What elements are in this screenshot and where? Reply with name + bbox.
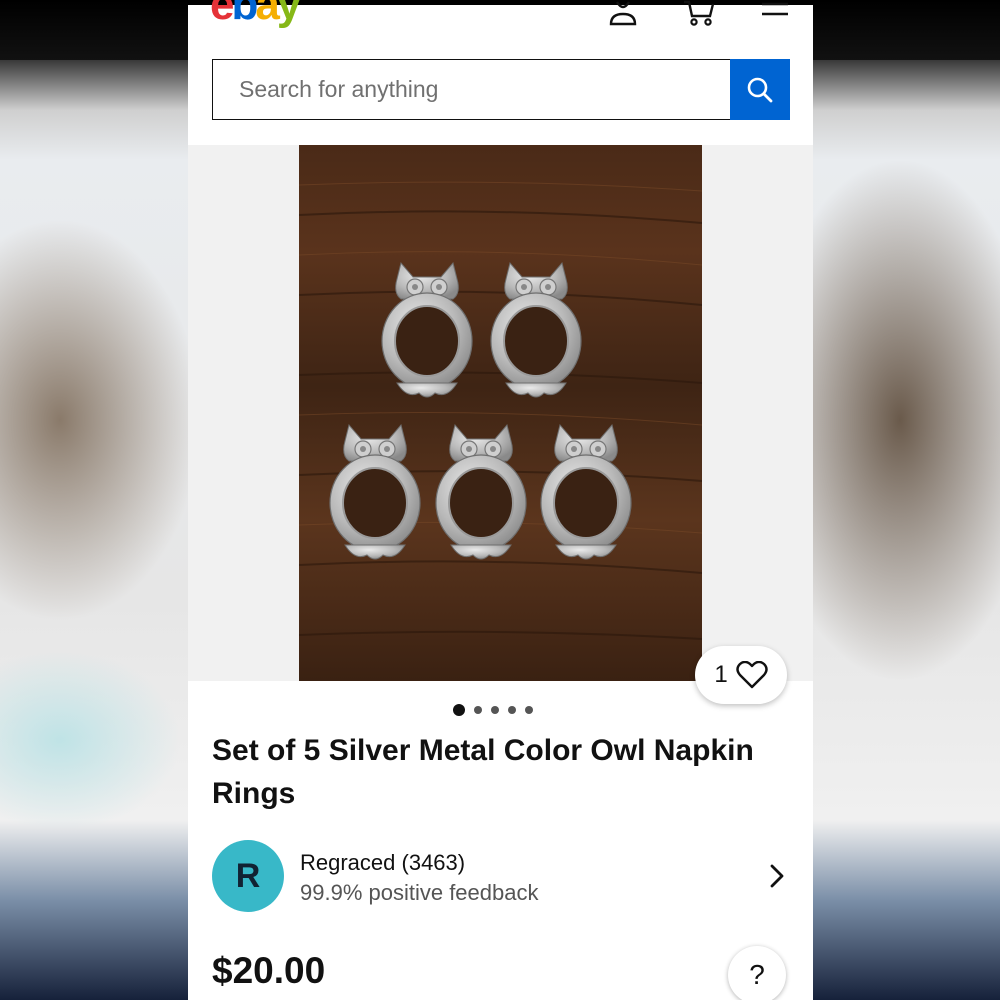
search-button[interactable] (730, 59, 790, 120)
mobile-page: ebay Search for anything 1 Set of 5 Silv… (188, 0, 813, 1000)
help-label: ? (749, 959, 765, 990)
heart-icon (735, 661, 768, 689)
seller-avatar: R (212, 840, 284, 912)
watchlist-button[interactable]: 1 (695, 646, 787, 704)
user-icon[interactable] (608, 0, 638, 26)
search-input[interactable] (212, 59, 730, 120)
watch-count: 1 (714, 661, 728, 688)
search-bar (212, 59, 790, 120)
cart-icon[interactable] (682, 0, 716, 26)
pagination-dot[interactable] (525, 706, 533, 714)
seller-name: Regraced (3463) (300, 850, 466, 875)
help-button[interactable]: ? (728, 946, 786, 1000)
listing-price: $20.00 (212, 950, 326, 991)
pagination-dot[interactable] (508, 706, 516, 714)
pagination-dot[interactable] (453, 704, 465, 716)
chevron-right-icon (770, 864, 784, 888)
seller-feedback: 99.9% positive feedback (300, 880, 539, 905)
pagination-dot[interactable] (491, 706, 499, 714)
search-icon (747, 77, 773, 102)
listing-title: Set of 5 Silver Metal Color Owl Napkin R… (212, 734, 754, 810)
gallery-pagination (453, 703, 533, 717)
seller-info[interactable]: R Regraced (3463) 99.9% positive feedbac… (212, 840, 792, 912)
ebay-logo[interactable]: ebay (210, 0, 301, 30)
pagination-dot[interactable] (474, 706, 482, 714)
image-gallery[interactable] (188, 145, 813, 681)
menu-icon[interactable] (760, 0, 790, 26)
product-photo[interactable] (299, 145, 702, 681)
